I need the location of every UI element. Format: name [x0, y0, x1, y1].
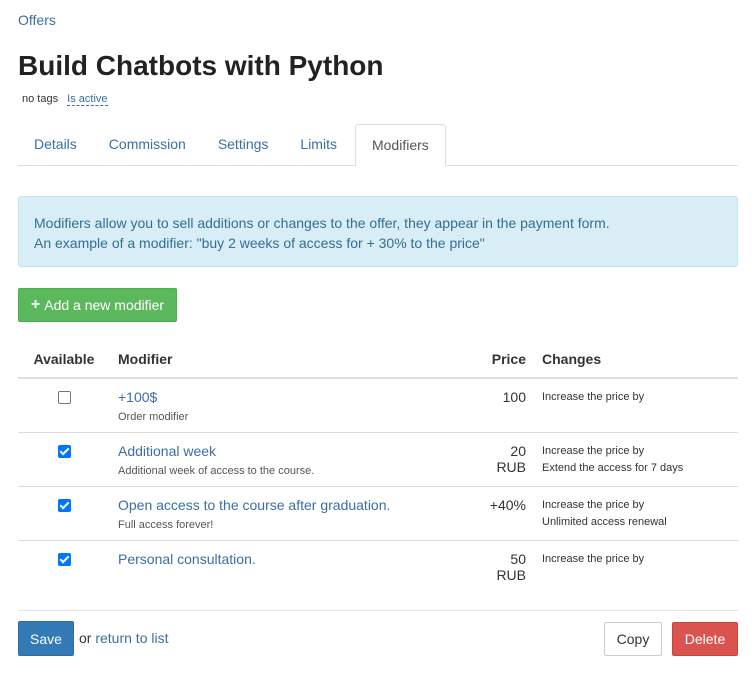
modifier-price: 20 RUB — [496, 442, 526, 475]
modifier-price: 50 RUB — [496, 550, 526, 583]
modifier-name-link[interactable]: Open access to the course after graduati… — [118, 497, 462, 513]
available-checkbox[interactable] — [57, 444, 71, 458]
tags-label: no tags — [22, 93, 59, 105]
or-label: or — [79, 630, 92, 646]
info-line-2: An example of a modifier: "buy 2 weeks o… — [34, 235, 485, 251]
add-modifier-label: Add a new modifier — [44, 297, 165, 313]
modifier-name-link[interactable]: +100$ — [118, 389, 462, 405]
info-line-1: Modifiers allow you to sell additions or… — [34, 215, 610, 231]
available-checkbox[interactable] — [57, 391, 71, 404]
copy-button[interactable]: Copy — [604, 622, 662, 656]
header-changes: Changes — [534, 340, 738, 379]
modifier-price: 100 — [502, 389, 526, 405]
modifier-description: Additional week of access to the course. — [118, 464, 315, 477]
modifier-name-link[interactable]: Personal consultation. — [118, 551, 462, 567]
modifier-change: Increase the price by — [542, 552, 645, 565]
header-modifier: Modifier — [110, 340, 470, 379]
available-checkbox[interactable] — [57, 552, 71, 566]
tab-modifiers[interactable]: Modifiers — [354, 124, 446, 166]
tab-commission[interactable]: Commission — [93, 124, 202, 166]
plus-icon: + — [30, 296, 41, 313]
modifier-name-link[interactable]: Additional week — [118, 443, 462, 459]
table-row: Additional week Additional week of acces… — [18, 432, 738, 487]
table-row: Personal consultation. 50 RUB Increase t… — [18, 540, 738, 594]
header-price: Price — [470, 340, 534, 379]
add-modifier-button[interactable]: + Add a new modifier — [18, 288, 177, 322]
table-row: +100$ Order modifier 100 Increase the pr… — [18, 378, 738, 433]
modifier-change: Extend the access for 7 days — [542, 461, 684, 474]
info-alert: Modifiers allow you to sell additions or… — [18, 196, 738, 267]
status-toggle-link[interactable]: Is active — [67, 93, 108, 106]
page-title: Build Chatbots with Python — [18, 50, 384, 81]
tab-details[interactable]: Details — [18, 124, 93, 166]
save-button[interactable]: Save — [18, 621, 74, 656]
offer-meta: no tags Is active — [22, 93, 108, 106]
modifier-description: Full access forever! — [118, 518, 214, 531]
tab-limits[interactable]: Limits — [284, 124, 353, 166]
modifier-price: +40% — [489, 496, 526, 513]
modifier-change: Increase the price by — [542, 498, 645, 511]
tab-settings[interactable]: Settings — [202, 124, 285, 166]
table-header-row: Available Modifier Price Changes — [18, 340, 738, 379]
breadcrumb-offers[interactable]: Offers — [18, 12, 56, 28]
tabs-bar: Details Commission Settings Limits Modif… — [18, 124, 738, 166]
modifier-description: Order modifier — [118, 411, 189, 423]
footer-divider — [18, 610, 738, 611]
return-to-list-link[interactable]: return to list — [95, 630, 168, 646]
table-row: Open access to the course after graduati… — [18, 486, 738, 541]
modifier-change: Increase the price by — [542, 391, 645, 403]
header-available: Available — [18, 340, 110, 379]
return-text: or return to list — [79, 630, 168, 646]
delete-button[interactable]: Delete — [672, 622, 738, 656]
modifier-change: Increase the price by — [542, 444, 645, 457]
modifier-change: Unlimited access renewal — [542, 515, 667, 528]
available-checkbox[interactable] — [57, 498, 71, 512]
modifiers-table: Available Modifier Price Changes +100$ O… — [18, 340, 738, 594]
